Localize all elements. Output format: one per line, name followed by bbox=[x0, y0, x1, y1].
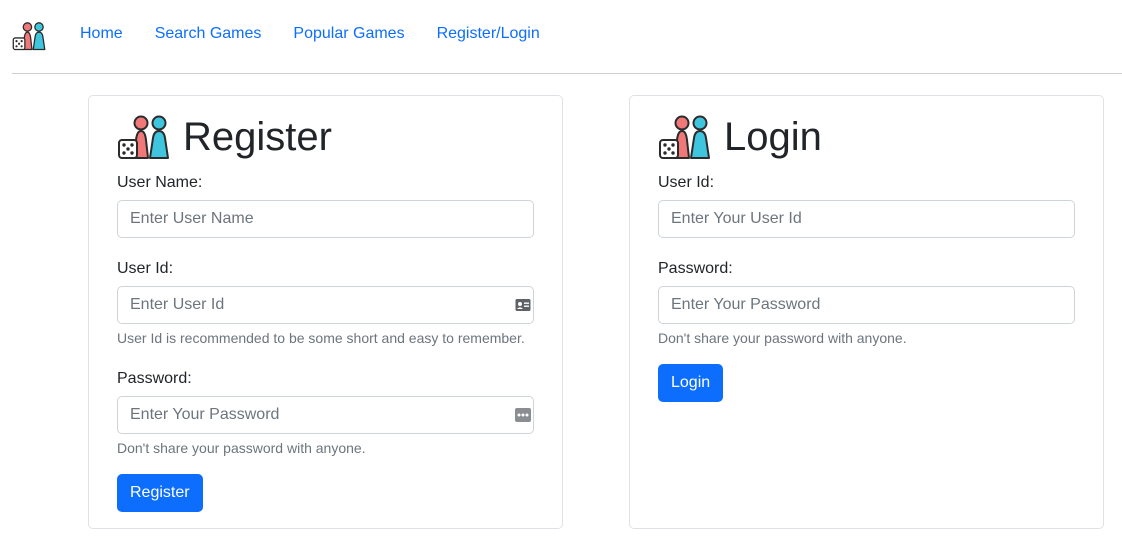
register-userid-help: User Id is recommended to be some short … bbox=[117, 330, 525, 346]
navbar: Home Search Games Popular Games Register… bbox=[0, 0, 1122, 74]
login-card: Login User Id: Password: Don't share you… bbox=[629, 95, 1104, 529]
register-userid-input[interactable] bbox=[118, 287, 533, 323]
nav-link-home[interactable]: Home bbox=[64, 23, 139, 45]
login-userid-label: User Id: bbox=[658, 174, 715, 191]
register-card: Register User Name: User Id: User Id is … bbox=[88, 95, 563, 529]
login-password-field[interactable] bbox=[658, 286, 1075, 324]
board-game-pawns-icon bbox=[117, 114, 173, 160]
login-title: Login bbox=[724, 115, 822, 159]
username-field[interactable] bbox=[117, 200, 534, 238]
register-heading: Register bbox=[117, 112, 332, 162]
login-userid-field[interactable] bbox=[658, 200, 1075, 238]
login-heading: Login bbox=[658, 112, 822, 162]
username-label: User Name: bbox=[117, 174, 203, 191]
nav-link-register-login[interactable]: Register/Login bbox=[421, 23, 556, 45]
register-password-input[interactable] bbox=[118, 397, 533, 433]
login-password-help: Don't share your password with anyone. bbox=[658, 330, 907, 346]
register-button[interactable]: Register bbox=[117, 474, 203, 512]
nav-link-popular-games[interactable]: Popular Games bbox=[277, 23, 420, 45]
login-password-input[interactable] bbox=[659, 287, 1074, 323]
nav-link-search-games[interactable]: Search Games bbox=[139, 23, 278, 45]
register-title: Register bbox=[183, 115, 332, 159]
username-input[interactable] bbox=[118, 201, 533, 237]
login-password-label: Password: bbox=[658, 260, 733, 277]
nav-divider bbox=[12, 73, 1122, 74]
register-password-field[interactable] bbox=[117, 396, 534, 434]
login-button[interactable]: Login bbox=[658, 364, 724, 402]
password-dots-icon[interactable] bbox=[515, 408, 531, 422]
register-userid-field[interactable] bbox=[117, 286, 534, 324]
register-password-help: Don't share your password with anyone. bbox=[117, 440, 366, 456]
contact-card-icon[interactable] bbox=[515, 298, 531, 312]
login-userid-input[interactable] bbox=[659, 201, 1074, 237]
register-userid-label: User Id: bbox=[117, 260, 174, 277]
board-game-pawns-icon bbox=[658, 114, 714, 160]
board-game-pawns-icon[interactable] bbox=[12, 21, 48, 51]
nav-links: Home Search Games Popular Games Register… bbox=[64, 23, 556, 45]
register-password-label: Password: bbox=[117, 370, 192, 387]
